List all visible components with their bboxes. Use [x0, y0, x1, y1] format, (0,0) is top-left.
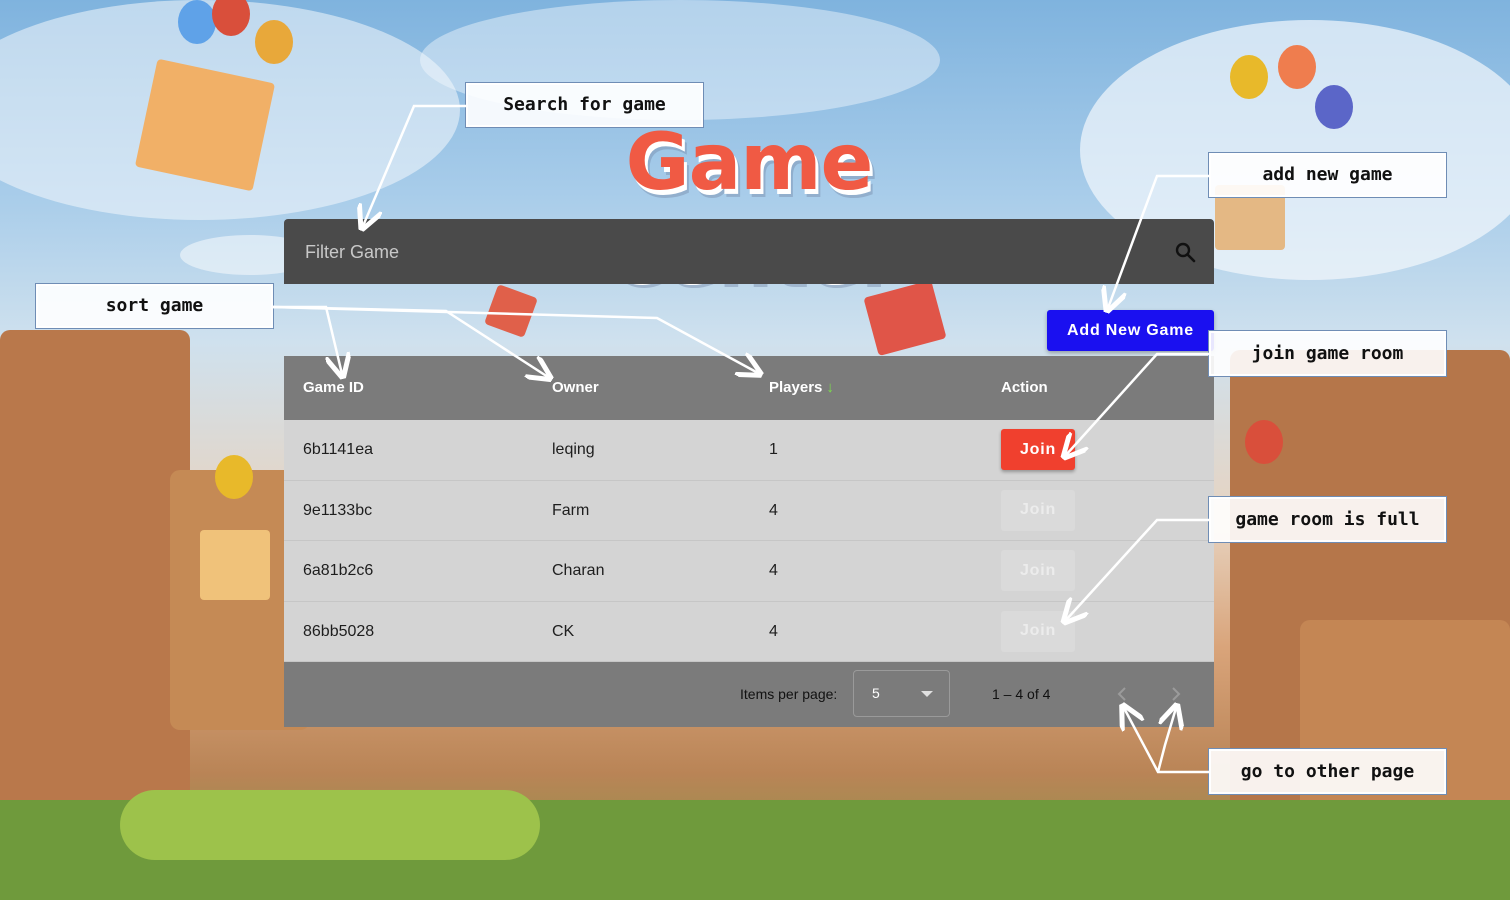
page-size-value: 5 [872, 685, 880, 701]
column-header-players[interactable]: Players ↓ [769, 356, 834, 420]
join-button-disabled: Join [1001, 610, 1075, 652]
games-table: Game ID Owner Players ↓ Action 6b1141ea l… [284, 356, 1214, 727]
annotation-add-game: add new game [1209, 153, 1446, 197]
page-range-label: 1 – 4 of 4 [992, 686, 1051, 702]
players-cell: 4 [769, 562, 778, 579]
search-bar [284, 219, 1214, 286]
join-button[interactable]: Join [1001, 429, 1075, 470]
items-per-page-label: Items per page: [740, 686, 838, 702]
caret-down-icon [921, 691, 933, 697]
chevron-right-icon [1172, 687, 1181, 701]
previous-page-button[interactable] [1110, 682, 1134, 706]
owner-cell: Charan [552, 562, 605, 579]
join-button-disabled: Join [1001, 550, 1075, 591]
table-row: 9e1133bc Farm 4 Join [284, 480, 1214, 541]
players-cell: 1 [769, 441, 778, 458]
game-id-cell: 86bb5028 [303, 622, 375, 640]
paginator: Items per page: 5 1 – 4 of 4 [284, 662, 1214, 727]
next-page-button[interactable] [1164, 682, 1188, 706]
annotation-full: game room is full [1209, 497, 1446, 542]
annotation-search: Search for game [466, 83, 703, 127]
players-cell: 4 [769, 622, 778, 640]
join-button-disabled: Join [1001, 489, 1075, 531]
table-row: 6a81b2c6 Charan 4 Join [284, 541, 1214, 602]
search-icon[interactable] [1173, 240, 1197, 264]
game-id-cell: 6b1141ea [303, 441, 373, 458]
table-row: 6b1141ea leqing 1 Join [284, 420, 1214, 481]
annotation-join: join game room [1209, 331, 1446, 376]
page-size-select[interactable]: 5 [853, 670, 950, 717]
column-header-action: Action [1001, 379, 1048, 396]
column-header-owner[interactable]: Owner [552, 356, 599, 420]
search-input[interactable] [303, 219, 1167, 286]
chevron-left-icon [1117, 687, 1126, 701]
game-id-cell: 6a81b2c6 [303, 562, 374, 579]
column-header-game-id[interactable]: Game ID [303, 356, 364, 420]
owner-cell: Farm [552, 501, 590, 519]
table-row: 86bb5028 CK 4 Join [284, 601, 1214, 662]
table-header: Game ID Owner Players ↓ Action [284, 356, 1214, 420]
add-new-game-button[interactable]: Add New Game [1047, 310, 1214, 351]
game-id-cell: 9e1133bc [303, 501, 373, 519]
owner-cell: CK [552, 622, 575, 640]
players-cell: 4 [769, 501, 778, 519]
annotation-pagination: go to other page [1209, 749, 1446, 794]
annotation-sort: sort game [36, 284, 273, 328]
sort-down-arrow-icon: ↓ [826, 379, 834, 396]
owner-cell: leqing [552, 441, 595, 458]
